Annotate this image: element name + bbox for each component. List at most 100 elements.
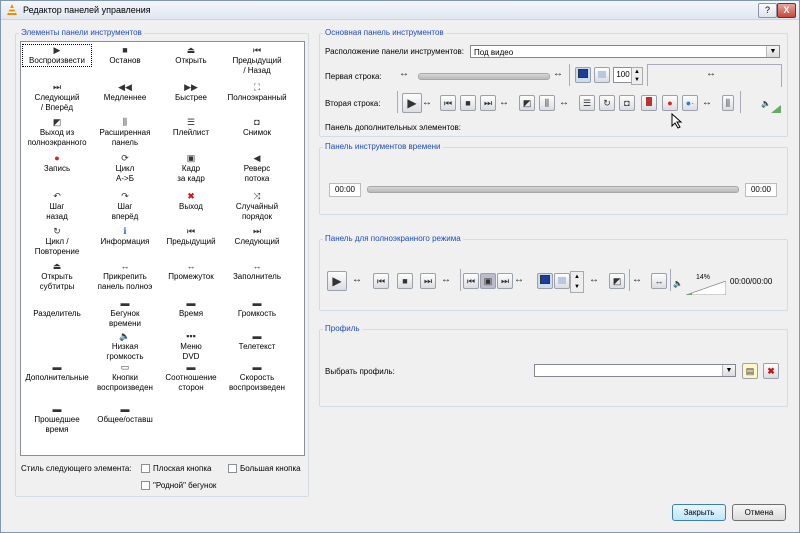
fs-zoom-spinner[interactable]: ▲ ▼: [570, 271, 584, 293]
new-profile-button[interactable]: ▤: [742, 363, 758, 379]
element-item[interactable]: ⏏ Открыть субтитры: [23, 261, 91, 292]
spacer-icon[interactable]: ↔: [422, 97, 432, 108]
separator[interactable]: [460, 269, 461, 291]
native-slider-checkbox[interactable]: [141, 481, 150, 490]
fs-volume-icon[interactable]: 🔈: [673, 279, 683, 288]
spacer-icon[interactable]: ↔: [352, 274, 362, 285]
extended-panel-button[interactable]: ⫼: [539, 95, 555, 111]
fs-fullscreen-button[interactable]: [537, 273, 553, 289]
volume-step-button[interactable]: ⫼: [722, 95, 734, 111]
cancel-button[interactable]: Отмена: [732, 504, 786, 521]
elapsed-time[interactable]: 00:00: [329, 183, 361, 197]
element-item[interactable]: ▭ Кнопки воспроизведен: [91, 362, 159, 393]
element-item[interactable]: ▬ Громкость: [223, 298, 291, 319]
element-item[interactable]: ⤨ Случайный порядок: [223, 191, 291, 222]
element-item[interactable]: Разделитель: [23, 298, 91, 319]
spacer-icon[interactable]: ↔: [559, 97, 569, 108]
fs-play-button[interactable]: ▶: [327, 271, 347, 291]
aspect-button[interactable]: [594, 67, 610, 83]
fs-attach-button[interactable]: ↔: [651, 273, 667, 289]
chevron-down-icon[interactable]: ▼: [766, 46, 779, 57]
element-item[interactable]: ↔ Заполнитель: [223, 261, 291, 282]
element-item[interactable]: ⟳ Цикл A->Б: [91, 153, 159, 184]
element-item[interactable]: ▬ Телетекст: [223, 331, 291, 352]
total-time[interactable]: 00:00: [745, 183, 777, 197]
fs-prev-frame-button[interactable]: ⏮: [463, 273, 479, 289]
previous-button[interactable]: ⏮: [440, 95, 456, 111]
separator[interactable]: [670, 269, 671, 291]
next-button[interactable]: ⏭: [480, 95, 496, 111]
element-item[interactable]: ▬ Бегунок времени: [91, 298, 159, 329]
element-item[interactable]: ▬ Время: [157, 298, 225, 319]
fs-next-frame-button[interactable]: ⏭: [497, 273, 513, 289]
spacer-icon[interactable]: ↔: [589, 274, 599, 285]
fs-defullscreen-button[interactable]: ◩: [609, 273, 625, 289]
element-item[interactable]: ■ Останов: [91, 45, 159, 66]
separator[interactable]: [397, 91, 398, 113]
element-item[interactable]: ↻ Цикл / Повторение: [23, 226, 91, 257]
separator[interactable]: [740, 91, 741, 113]
spacer-icon[interactable]: ↔: [706, 68, 716, 79]
title-bar[interactable]: Редактор панелей управления ? X: [1, 1, 799, 20]
element-item[interactable]: ▬ Общее/оставш: [91, 404, 159, 425]
element-item[interactable]: ✖ Выход: [157, 191, 225, 212]
element-item[interactable]: ℹ Информация: [91, 226, 159, 247]
fullscreen-button[interactable]: [575, 67, 591, 83]
stop-button[interactable]: ■: [460, 95, 476, 111]
spacer-icon[interactable]: ↔: [553, 68, 563, 79]
playlist-button[interactable]: ☰: [579, 95, 595, 111]
spacer-icon[interactable]: ↔: [632, 274, 642, 285]
close-button[interactable]: Закрыть: [672, 504, 726, 521]
fs-stop-button[interactable]: ■: [397, 273, 413, 289]
flat-button-checkbox[interactable]: [141, 464, 150, 473]
help-button[interactable]: ?: [758, 3, 777, 18]
element-item[interactable]: ◘ Снимок: [223, 117, 291, 138]
delete-profile-button[interactable]: ✖: [763, 363, 779, 379]
position-select[interactable]: Под видео ▼: [470, 45, 780, 58]
spacer-icon[interactable]: ↔: [702, 97, 712, 108]
element-item[interactable]: ⏭ Следующий: [223, 226, 291, 247]
element-item[interactable]: ▶▶ Быстрее: [157, 82, 225, 103]
big-button-checkbox[interactable]: [228, 464, 237, 473]
frame-button[interactable]: [641, 95, 657, 111]
element-item[interactable]: ▪▪▪ Меню DVD: [157, 331, 225, 362]
element-item[interactable]: ↔ Промежуток: [157, 261, 225, 282]
element-item[interactable]: ⫼ Расширенная панель: [91, 117, 159, 148]
spacer-icon[interactable]: ↔: [441, 274, 451, 285]
low-volume-icon[interactable]: 🔈: [761, 99, 771, 108]
element-item[interactable]: ● Запись: [23, 153, 91, 174]
element-item[interactable]: 🔈 Низкая громкость: [91, 331, 159, 362]
time-slider[interactable]: [367, 186, 739, 193]
separator[interactable]: [569, 64, 570, 86]
fs-volume-slider[interactable]: [686, 281, 726, 295]
element-item[interactable]: ▬ Соотношение сторон: [157, 362, 225, 393]
profile-select[interactable]: ▼: [534, 364, 736, 377]
element-item[interactable]: ⏮ Предыдущий / Назад: [223, 45, 291, 76]
element-item[interactable]: ▣ Кадр за кадр: [157, 153, 225, 184]
zoom-spinner[interactable]: ▲ ▼: [631, 67, 643, 85]
volume-slider-preview[interactable]: [771, 105, 781, 113]
zoom-field[interactable]: 100: [613, 67, 633, 83]
fs-next-button[interactable]: ⏭: [420, 273, 436, 289]
loop-ab-button[interactable]: ●·: [682, 95, 698, 111]
loop-button[interactable]: ↻: [599, 95, 615, 111]
spacer-icon[interactable]: ↔: [514, 274, 524, 285]
record-button[interactable]: ●: [662, 95, 678, 111]
chevron-down-icon[interactable]: ▼: [722, 365, 735, 376]
fullscreen-button-2[interactable]: ◩: [519, 95, 535, 111]
element-item[interactable]: ⏭ Следующий / Вперёд: [23, 82, 91, 113]
spacer-icon[interactable]: ↔: [499, 97, 509, 108]
element-item[interactable]: ↔ Прикрепить панель полноэ: [91, 261, 159, 292]
element-item[interactable]: ☰ Плейлист: [157, 117, 225, 138]
element-item[interactable]: ◀ Реверс потока: [223, 153, 291, 184]
element-item[interactable]: ↶ Шаг назад: [23, 191, 91, 222]
element-item[interactable]: ◀◀ Медленнее: [91, 82, 159, 103]
snapshot-button[interactable]: ◘: [619, 95, 635, 111]
spacer-icon[interactable]: ↔: [399, 68, 409, 79]
play-button[interactable]: ▶: [402, 93, 422, 113]
element-item[interactable]: ▬ Скорость воспроизведен: [223, 362, 291, 393]
element-item[interactable]: ▬ Дополнительные: [23, 362, 91, 383]
element-item[interactable]: ⛶ Полноэкранный: [223, 82, 291, 103]
element-item[interactable]: ↷ Шаг вперёд: [91, 191, 159, 222]
element-item[interactable]: [23, 331, 91, 342]
